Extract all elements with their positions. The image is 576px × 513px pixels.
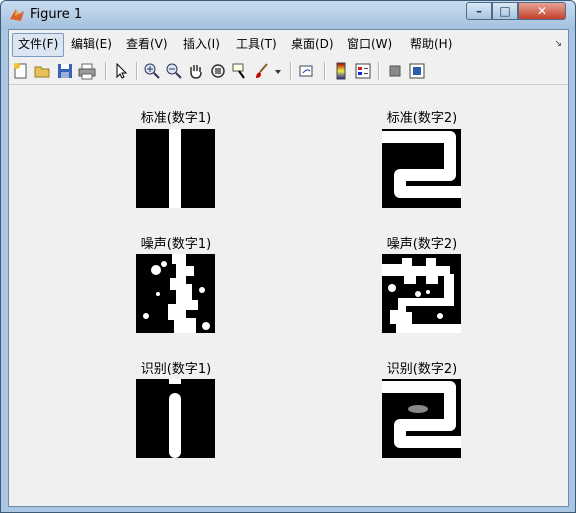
new-figure-icon[interactable]	[12, 62, 30, 80]
plot-title-recognized-1: 识别(数字1)	[140, 362, 212, 377]
pan-hand-icon[interactable]	[187, 62, 205, 80]
print-icon[interactable]	[78, 62, 96, 80]
zoom-out-icon[interactable]	[165, 62, 183, 80]
menu-insert[interactable]: 插入(I)	[178, 33, 225, 55]
figure-client-area: 文件(F) 编辑(E) 查看(V) 插入(I) 工具(T) 桌面(D) 窗口(W…	[8, 29, 569, 507]
menu-edit[interactable]: 编辑(E)	[66, 33, 117, 55]
menu-desktop[interactable]: 桌面(D)	[286, 33, 339, 55]
menu-file[interactable]: 文件(F)	[12, 33, 65, 57]
image-axes-noisy-2[interactable]	[382, 254, 461, 333]
zoom-in-icon[interactable]	[143, 62, 161, 80]
menu-bar: 文件(F) 编辑(E) 查看(V) 插入(I) 工具(T) 桌面(D) 窗口(W…	[9, 30, 568, 58]
menu-view[interactable]: 查看(V)	[121, 33, 173, 55]
toolbar-separator	[105, 62, 107, 80]
plot-title-noisy-2: 噪声(数字2)	[386, 237, 458, 252]
close-button[interactable]: ✕	[518, 2, 566, 20]
matlab-icon	[9, 7, 25, 23]
image-axes-standard-1[interactable]	[136, 129, 215, 208]
figure-window: Figure 1 – □ ✕ 文件(F) 编辑(E) 查看(V) 插入(I) 工…	[0, 0, 576, 513]
save-icon[interactable]	[56, 62, 74, 80]
colorbar-icon[interactable]	[332, 62, 350, 80]
plot-title-standard-2: 标准(数字2)	[386, 111, 458, 126]
figure-toolbar	[9, 58, 568, 85]
brush-dropdown-icon[interactable]	[273, 62, 283, 80]
data-cursor-icon[interactable]	[231, 62, 249, 80]
toolbar-separator	[136, 62, 138, 80]
plot-title-standard-1: 标准(数字1)	[140, 111, 212, 126]
plot-title-noisy-1: 噪声(数字1)	[140, 237, 212, 252]
toolbar-separator	[290, 62, 292, 80]
brush-icon[interactable]	[253, 62, 271, 80]
open-file-icon[interactable]	[34, 62, 52, 80]
toolbar-separator	[378, 62, 380, 80]
image-axes-recognized-2[interactable]	[382, 379, 461, 458]
select-arrow-icon[interactable]	[112, 62, 130, 80]
hide-plot-tools-icon[interactable]	[386, 62, 404, 80]
maximize-button[interactable]: □	[492, 2, 518, 20]
window-title: Figure 1	[30, 7, 83, 22]
plot-title-recognized-2: 识别(数字2)	[386, 362, 458, 377]
image-axes-noisy-1[interactable]	[136, 254, 215, 333]
link-plot-icon[interactable]	[298, 62, 316, 80]
menu-help[interactable]: 帮助(H)	[405, 33, 457, 55]
minimize-button[interactable]: –	[466, 2, 492, 20]
image-axes-standard-2[interactable]	[382, 129, 461, 208]
title-bar[interactable]: Figure 1 – □ ✕	[1, 1, 575, 29]
menu-tools[interactable]: 工具(T)	[231, 33, 282, 55]
menu-window[interactable]: 窗口(W)	[342, 33, 397, 55]
toolbar-separator	[324, 62, 326, 80]
show-plot-tools-icon[interactable]	[408, 62, 426, 80]
menu-overflow-icon[interactable]: ↘	[554, 39, 562, 49]
image-axes-recognized-1[interactable]	[136, 379, 215, 458]
rotate-3d-icon[interactable]	[209, 62, 227, 80]
legend-icon[interactable]	[354, 62, 372, 80]
